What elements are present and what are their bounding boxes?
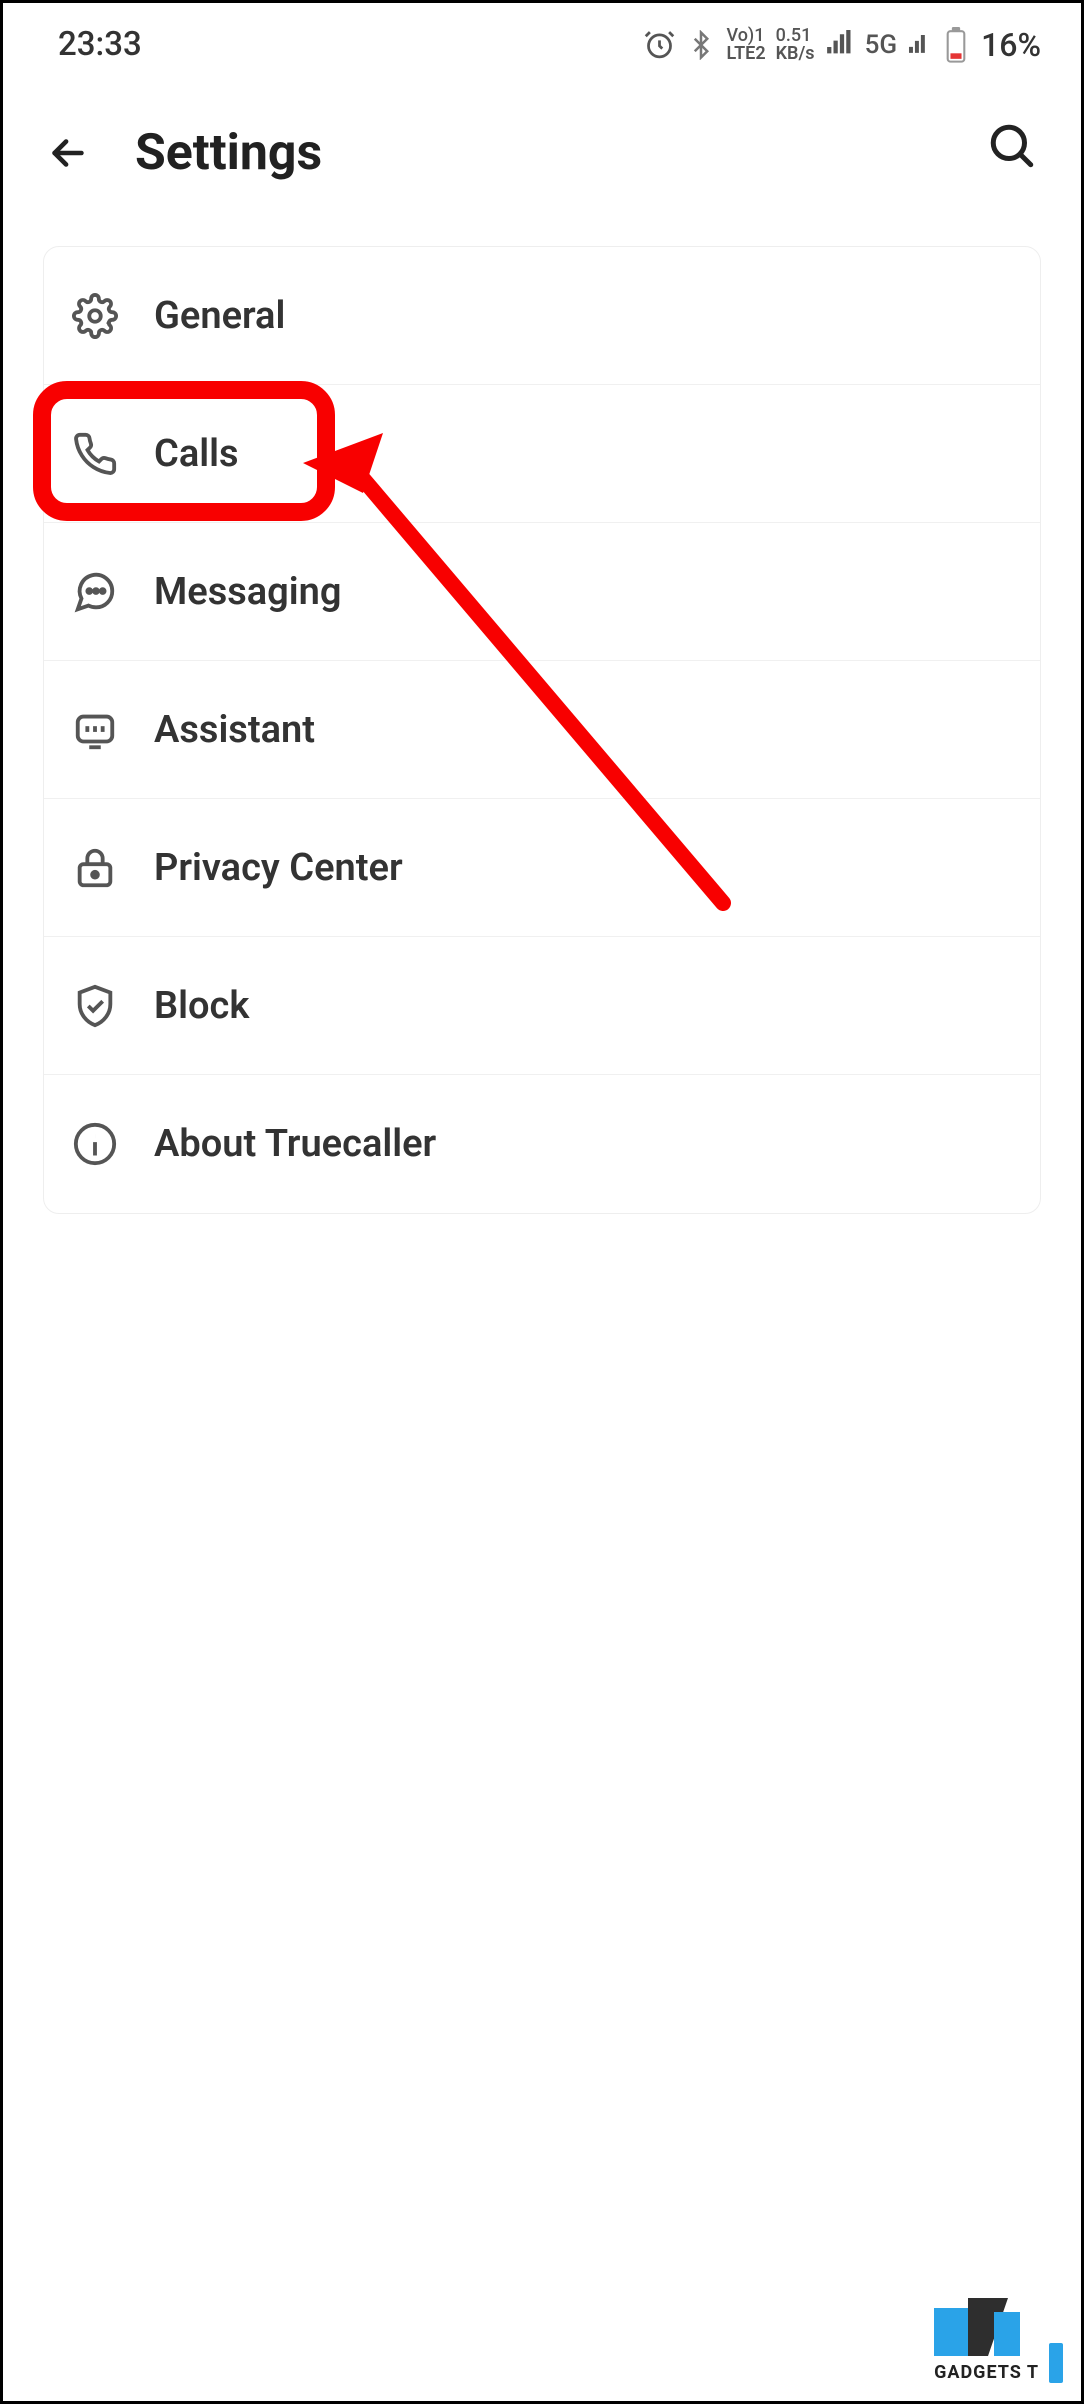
settings-item-label: Assistant (154, 708, 315, 752)
back-button[interactable] (43, 128, 93, 178)
settings-item-general[interactable]: General (44, 247, 1040, 385)
bluetooth-icon (686, 30, 716, 60)
network-type: 5G (865, 30, 898, 60)
alarm-icon (643, 28, 676, 61)
message-icon (70, 567, 120, 617)
volte-indicator: Vo)1 LTE2 (726, 27, 765, 63)
status-right: Vo)1 LTE2 0.51 KB/s 5G 16% (643, 26, 1041, 64)
lock-icon (70, 843, 120, 893)
status-time: 23:33 (58, 25, 142, 64)
settings-item-label: Privacy Center (154, 846, 403, 890)
signal-icon (825, 30, 855, 60)
signal-icon-2 (907, 31, 935, 59)
app-bar: Settings (3, 74, 1081, 222)
settings-item-label: Block (154, 984, 249, 1028)
status-bar: 23:33 Vo)1 LTE2 0.51 KB/s 5G (3, 3, 1081, 74)
network-speed: 0.51 KB/s (776, 27, 815, 63)
settings-item-assistant[interactable]: Assistant (44, 661, 1040, 799)
battery-icon (945, 27, 967, 63)
page-title: Settings (135, 124, 322, 182)
settings-item-label: Calls (154, 432, 239, 476)
settings-item-block[interactable]: Block (44, 937, 1040, 1075)
settings-item-calls[interactable]: Calls (44, 385, 1040, 523)
watermark: GADGETS T (934, 2288, 1063, 2383)
assistant-icon (70, 705, 120, 755)
info-icon (70, 1119, 120, 1169)
settings-item-label: General (154, 294, 285, 338)
settings-item-messaging[interactable]: Messaging (44, 523, 1040, 661)
settings-list: General Calls Messaging Assistant (43, 246, 1041, 1214)
settings-item-label: Messaging (154, 570, 342, 614)
settings-item-about[interactable]: About Truecaller (44, 1075, 1040, 1213)
phone-icon (70, 429, 120, 479)
shield-icon (70, 981, 120, 1031)
settings-item-label: About Truecaller (154, 1122, 436, 1166)
settings-item-privacy[interactable]: Privacy Center (44, 799, 1040, 937)
watermark-text: GADGETS T (934, 2362, 1039, 2383)
search-button[interactable] (987, 121, 1041, 175)
watermark-bar (1049, 2343, 1063, 2383)
gear-icon (70, 291, 120, 341)
battery-percent: 16% (981, 26, 1041, 64)
